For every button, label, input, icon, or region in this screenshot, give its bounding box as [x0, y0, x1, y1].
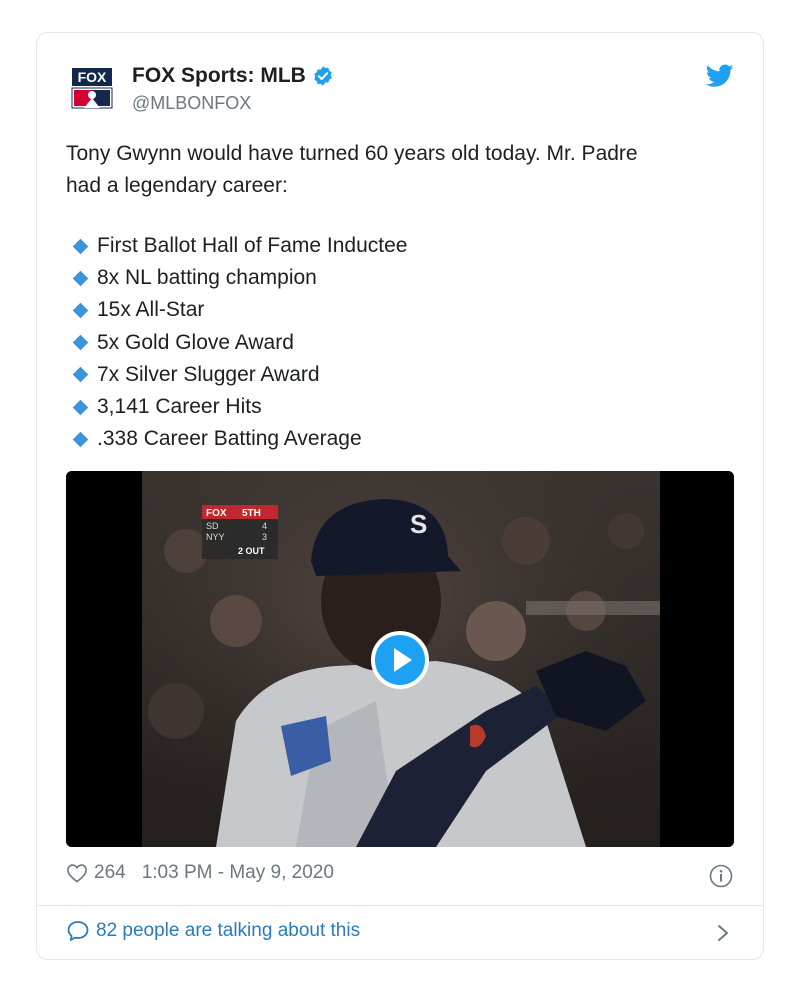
list-item: 3,141 Career Hits	[72, 391, 407, 423]
achievement-text: First Ballot Hall of Fame Inductee	[97, 234, 408, 257]
diamond-bullet-icon	[72, 367, 89, 383]
achievement-text: 5x Gold Glove Award	[97, 330, 294, 354]
conversation-text: 82 people are talking about this	[96, 920, 361, 941]
diamond-bullet-icon	[72, 270, 89, 287]
tweet-timestamp[interactable]: 1:03 PM - May 9, 2020	[142, 862, 334, 884]
list-item: First Ballot Hall of Fame Inductee	[72, 230, 407, 262]
achievement-text: .338 Career Batting Average	[97, 427, 362, 451]
achievement-text: 8x NL batting champion	[97, 266, 317, 290]
diamond-bullet-icon	[72, 302, 89, 319]
achievement-text: 3,141 Career Hits	[97, 395, 262, 419]
avatar-text: FOX	[78, 69, 107, 85]
list-item: 7x Silver Slugger Award	[72, 359, 407, 391]
scorebug-score2: 3	[262, 532, 267, 542]
twitter-bird-icon[interactable]	[705, 64, 734, 88]
play-icon	[371, 631, 429, 689]
info-icon[interactable]	[709, 864, 733, 888]
like-count: 264	[94, 862, 126, 883]
author-name[interactable]: FOX Sports: MLB	[132, 64, 334, 88]
achievement-text: 7x Silver Slugger Award	[97, 362, 320, 386]
scorebug-network: FOX	[206, 508, 227, 519]
list-item: 5x Gold Glove Award	[72, 327, 407, 359]
speech-bubble-icon	[67, 921, 89, 941]
diamond-bullet-icon	[72, 238, 89, 254]
tweet-meta: 264 1:03 PM - May 9, 2020	[66, 862, 334, 884]
diamond-bullet-icon	[72, 399, 89, 415]
footer-divider	[37, 905, 763, 906]
tweet-text: Tony Gwynn would have turned 60 years ol…	[66, 138, 726, 202]
play-button[interactable]	[371, 631, 429, 689]
scorebug-team1: SD	[206, 521, 219, 531]
achievement-text: 15x All-Star	[97, 298, 205, 322]
list-item: 8x NL batting champion	[72, 262, 407, 294]
tweet-intro-line-2: had a legendary career:	[66, 174, 288, 197]
scorebug-team2: NYY	[206, 532, 225, 542]
heart-icon	[67, 864, 87, 883]
verified-badge-icon	[314, 66, 332, 86]
chevron-right-icon[interactable]	[712, 921, 734, 945]
fox-sports-logo-icon: FOX	[70, 66, 114, 110]
helmet-logo: S	[410, 509, 427, 539]
achievement-list: First Ballot Hall of Fame Inductee 8x NL…	[72, 230, 407, 455]
scorebug-outs: 2 OUT	[238, 546, 265, 556]
list-item: 15x All-Star	[72, 294, 407, 326]
author-name-text: FOX Sports: MLB	[132, 64, 306, 87]
diamond-bullet-icon	[72, 431, 89, 448]
author-handle[interactable]: @MLBONFOX	[132, 93, 251, 114]
diamond-bullet-icon	[72, 334, 89, 351]
tweet-intro-line-1: Tony Gwynn would have turned 60 years ol…	[66, 142, 638, 165]
conversation-link[interactable]: 82 people are talking about this	[66, 919, 360, 943]
scorebug-score1: 4	[262, 521, 267, 531]
list-item: .338 Career Batting Average	[72, 423, 407, 455]
scorebug-inning: 5TH	[242, 508, 261, 519]
avatar[interactable]: FOX	[70, 66, 114, 110]
like-button[interactable]: 264	[66, 862, 126, 884]
